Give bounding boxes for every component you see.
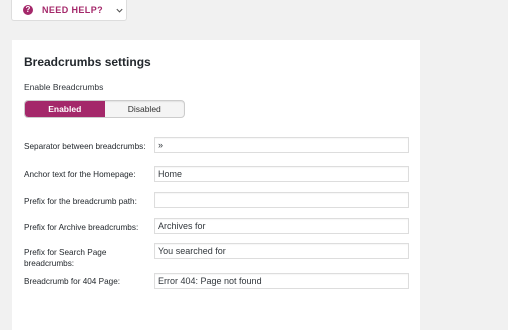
homepage-anchor-label: Anchor text for the Homepage: [24,170,136,179]
separator-input[interactable] [154,137,409,153]
archive-prefix-label: Prefix for Archive breadcrumbs: [24,223,139,232]
archive-prefix-input[interactable] [154,218,409,234]
breadcrumbs-settings-panel: Breadcrumbs settings Enable Breadcrumbs … [12,40,420,330]
search-prefix-input[interactable] [154,243,409,259]
path-prefix-input[interactable] [154,192,409,208]
question-icon: ? [23,5,33,15]
enable-breadcrumbs-label: Enable Breadcrumbs [24,82,104,92]
separator-label: Separator between breadcrumbs: [24,142,146,151]
toggle-disabled-option[interactable]: Disabled [105,101,185,117]
homepage-anchor-input[interactable] [154,166,409,182]
need-help-button[interactable]: ? NEED HELP? [11,0,127,21]
panel-title: Breadcrumbs settings [24,55,151,69]
error-404-label: Breadcrumb for 404 Page: [24,277,121,286]
chevron-down-icon [116,8,123,13]
error-404-input[interactable] [154,273,409,289]
search-prefix-label: Prefix for Search Page breadcrumbs: [24,248,107,268]
need-help-label: NEED HELP? [42,5,104,15]
path-prefix-label: Prefix for the breadcrumb path: [24,197,137,206]
toggle-enabled-option[interactable]: Enabled [25,101,105,117]
enable-breadcrumbs-toggle: Enabled Disabled [24,100,185,118]
